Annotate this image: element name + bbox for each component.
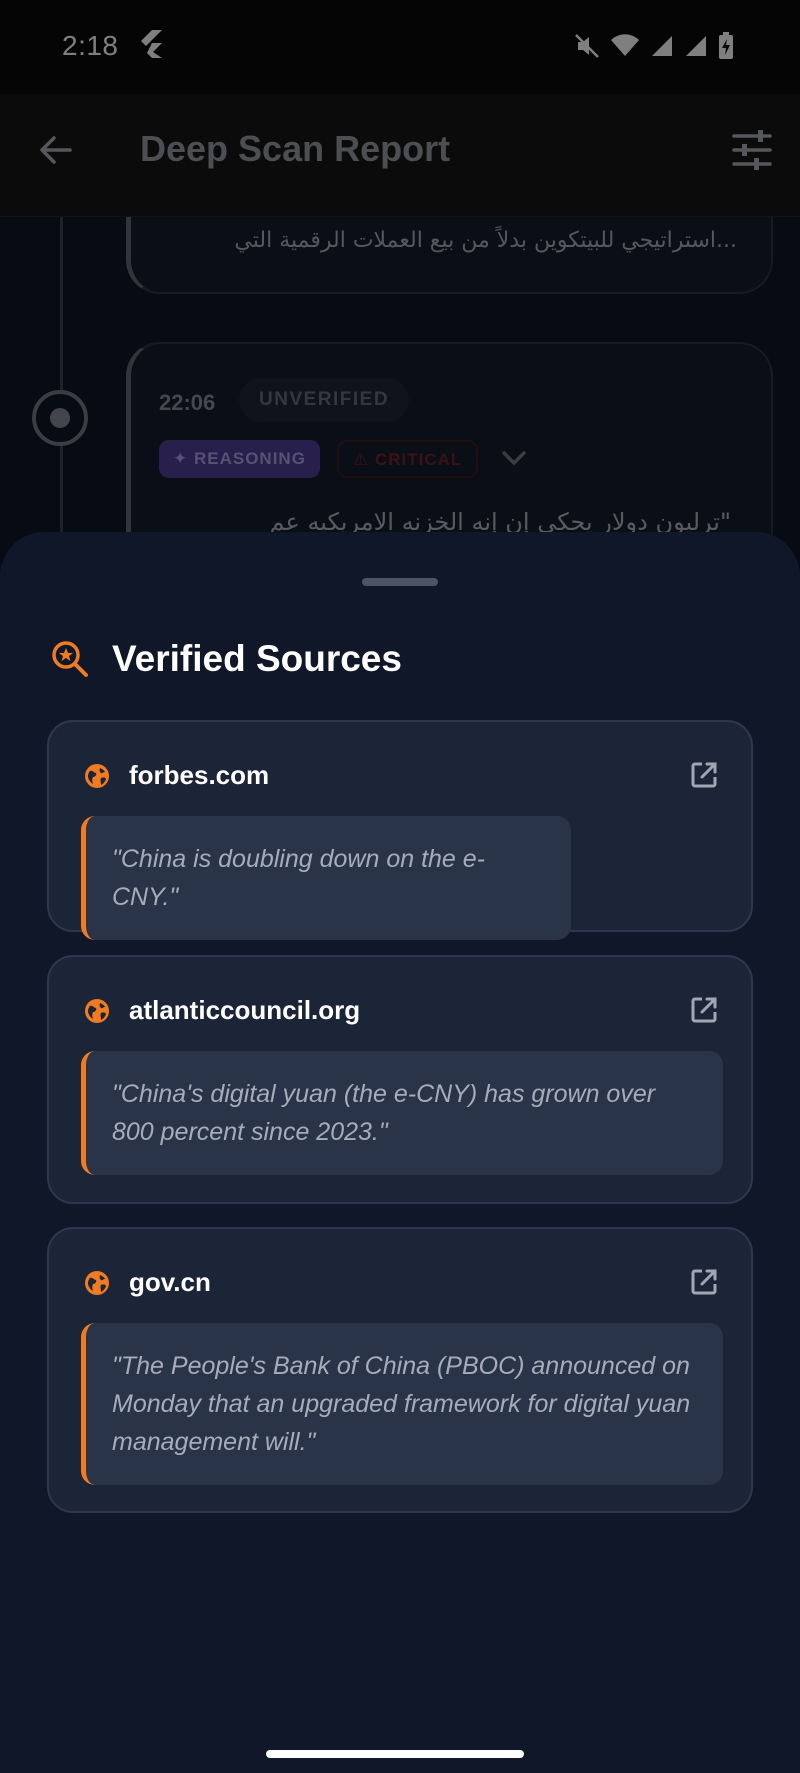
home-indicator[interactable] xyxy=(266,1750,524,1758)
source-header: gov.cn xyxy=(83,1267,211,1298)
globe-icon xyxy=(85,763,109,788)
source-quote: "China is doubling down on the e-CNY." xyxy=(81,816,571,940)
open-external-icon[interactable] xyxy=(689,1267,719,1297)
source-domain[interactable]: atlanticcouncil.org xyxy=(129,995,360,1026)
sheet-title: Verified Sources xyxy=(112,638,402,679)
search-star-icon xyxy=(52,641,88,677)
source-quote: "China's digital yuan (the e-CNY) has gr… xyxy=(81,1051,723,1175)
open-external-icon[interactable] xyxy=(689,995,719,1025)
source-header: atlanticcouncil.org xyxy=(83,995,360,1026)
sheet-header: Verified Sources xyxy=(50,638,402,680)
source-card[interactable]: atlanticcouncil.org "China's digital yua… xyxy=(47,955,753,1204)
open-external-icon[interactable] xyxy=(689,760,719,790)
globe-icon xyxy=(85,998,109,1023)
source-card[interactable]: gov.cn "The People's Bank of China (PBOC… xyxy=(47,1227,753,1513)
verified-sources-sheet: Verified Sources forbes.com "China is do… xyxy=(0,532,800,1773)
drag-handle[interactable] xyxy=(362,578,438,586)
source-domain[interactable]: forbes.com xyxy=(129,760,269,791)
source-quote: "The People's Bank of China (PBOC) annou… xyxy=(81,1323,723,1485)
globe-icon xyxy=(85,1270,109,1295)
source-header: forbes.com xyxy=(83,760,269,791)
source-domain[interactable]: gov.cn xyxy=(129,1267,211,1298)
source-card[interactable]: forbes.com "China is doubling down on th… xyxy=(47,720,753,940)
